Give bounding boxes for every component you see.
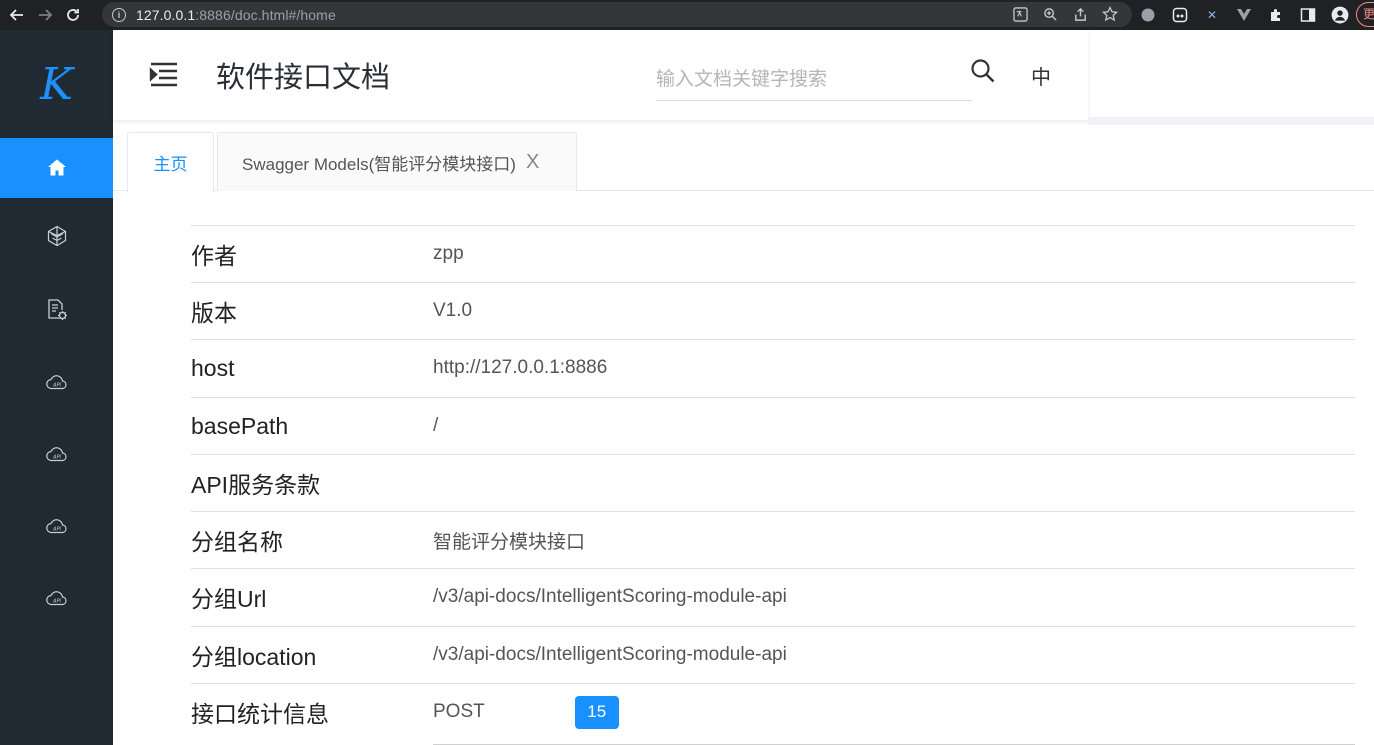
language-switch[interactable]: 中 — [1031, 61, 1051, 90]
doc-settings-icon — [47, 299, 67, 320]
svg-text:API: API — [52, 382, 61, 388]
row-label: 分组location — [191, 644, 317, 670]
tab-home[interactable]: 主页 — [127, 132, 214, 192]
row-label: basePath — [191, 412, 289, 439]
translate-icon[interactable] — [1012, 6, 1028, 22]
cube-icon — [47, 225, 66, 247]
bookmark-star-icon[interactable] — [1102, 6, 1118, 22]
svg-text:API: API — [52, 526, 61, 532]
vue-devtools-icon[interactable] — [1234, 5, 1254, 25]
api-cloud-icon: API — [45, 591, 67, 606]
page-title: 软件接口文档 — [216, 62, 391, 94]
table-row: host http://127.0.0.1:8886 — [191, 339, 1355, 396]
extension-icon[interactable]: ✕ — [1202, 5, 1222, 25]
reload-icon[interactable] — [62, 4, 84, 26]
extension-icon[interactable] — [1138, 5, 1158, 25]
table-row: 分组Url /v3/api-docs/IntelligentScoring-mo… — [191, 568, 1355, 625]
row-value: http://127.0.0.1:8886 — [433, 357, 608, 378]
browser-toolbar: i 127.0.0.1:8886/doc.html#/home ✕ 更 — [0, 0, 1374, 30]
row-label: 版本 — [191, 300, 237, 326]
home-icon — [47, 159, 66, 176]
tab-label: Swagger Models(智能评分模块接口) — [242, 154, 516, 174]
api-cloud-icon: API — [45, 375, 67, 390]
table-row: 作者 zpp — [191, 225, 1355, 282]
tab-bar: 主页 Swagger Models(智能评分模块接口) X — [113, 125, 1374, 192]
app-header: 软件接口文档 中 — [113, 30, 1088, 120]
tab-label: 主页 — [153, 155, 188, 174]
sidebar-item-models[interactable] — [0, 198, 113, 274]
row-label: 分组名称 — [191, 529, 283, 555]
row-value: /v3/api-docs/IntelligentScoring-module-a… — [433, 586, 787, 607]
row-label: 作者 — [191, 243, 237, 269]
address-bar[interactable]: i 127.0.0.1:8886/doc.html#/home — [102, 2, 1132, 27]
profile-icon[interactable] — [1330, 5, 1350, 25]
table-row: 分组名称 智能评分模块接口 — [191, 511, 1355, 568]
api-cloud-icon: API — [45, 447, 67, 462]
share-icon[interactable] — [1072, 6, 1088, 22]
puzzle-icon[interactable] — [1266, 5, 1286, 25]
sidebar: K API API API API — [0, 30, 113, 745]
row-label: API服务条款 — [191, 472, 321, 498]
doc-info-table: 作者 zpp 版本 V1.0 host http://127.0.0.1:888… — [113, 192, 1374, 745]
table-row: API服务条款 — [191, 454, 1355, 511]
sidebar-item-api-3[interactable]: API — [0, 490, 113, 562]
table-row: 分组location /v3/api-docs/IntelligentScori… — [191, 626, 1355, 683]
row-value: / — [433, 415, 439, 436]
site-info-icon[interactable]: i — [112, 7, 126, 22]
count-badge: 15 — [574, 695, 619, 729]
zoom-icon[interactable] — [1042, 6, 1058, 22]
row-label: 接口统计信息 — [191, 701, 329, 727]
table-row: 版本 V1.0 — [191, 282, 1355, 339]
sidebar-item-api-2[interactable]: API — [0, 418, 113, 490]
row-value: 智能评分模块接口 — [433, 531, 586, 553]
table-row: basePath / — [191, 397, 1355, 454]
menu-toggle-icon[interactable] — [149, 60, 179, 88]
sidebar-item-api-4[interactable]: API — [0, 562, 113, 634]
side-panel-icon[interactable] — [1298, 5, 1318, 25]
sidebar-item-home[interactable] — [0, 138, 113, 198]
logo[interactable]: K — [0, 30, 113, 138]
row-value: /v3/api-docs/IntelligentScoring-module-a… — [433, 644, 787, 665]
sidebar-item-settings[interactable] — [0, 274, 113, 346]
svg-text:API: API — [52, 598, 61, 604]
header-divider — [1088, 117, 1374, 125]
extension-icon[interactable] — [1170, 5, 1190, 25]
row-value: V1.0 — [433, 300, 473, 321]
forward-icon[interactable] — [34, 4, 56, 26]
row-value: zpp — [433, 243, 464, 264]
svg-text:API: API — [52, 454, 61, 460]
search-icon[interactable] — [970, 58, 996, 86]
url-text[interactable]: 127.0.0.1:8886/doc.html#/home — [136, 7, 336, 23]
row-value: POST — [433, 701, 485, 722]
row-label: 分组Url — [191, 586, 267, 612]
tab-swagger-models[interactable]: Swagger Models(智能评分模块接口) X — [217, 132, 577, 191]
close-icon[interactable]: X — [526, 151, 539, 174]
back-icon[interactable] — [6, 4, 28, 26]
update-chip[interactable]: 更 — [1356, 2, 1374, 27]
table-row: 接口统计信息 POST 15 — [191, 683, 1355, 740]
api-cloud-icon: API — [45, 519, 67, 534]
sidebar-item-api-1[interactable]: API — [0, 346, 113, 418]
row-label: host — [191, 354, 235, 381]
search-input[interactable] — [656, 59, 972, 101]
